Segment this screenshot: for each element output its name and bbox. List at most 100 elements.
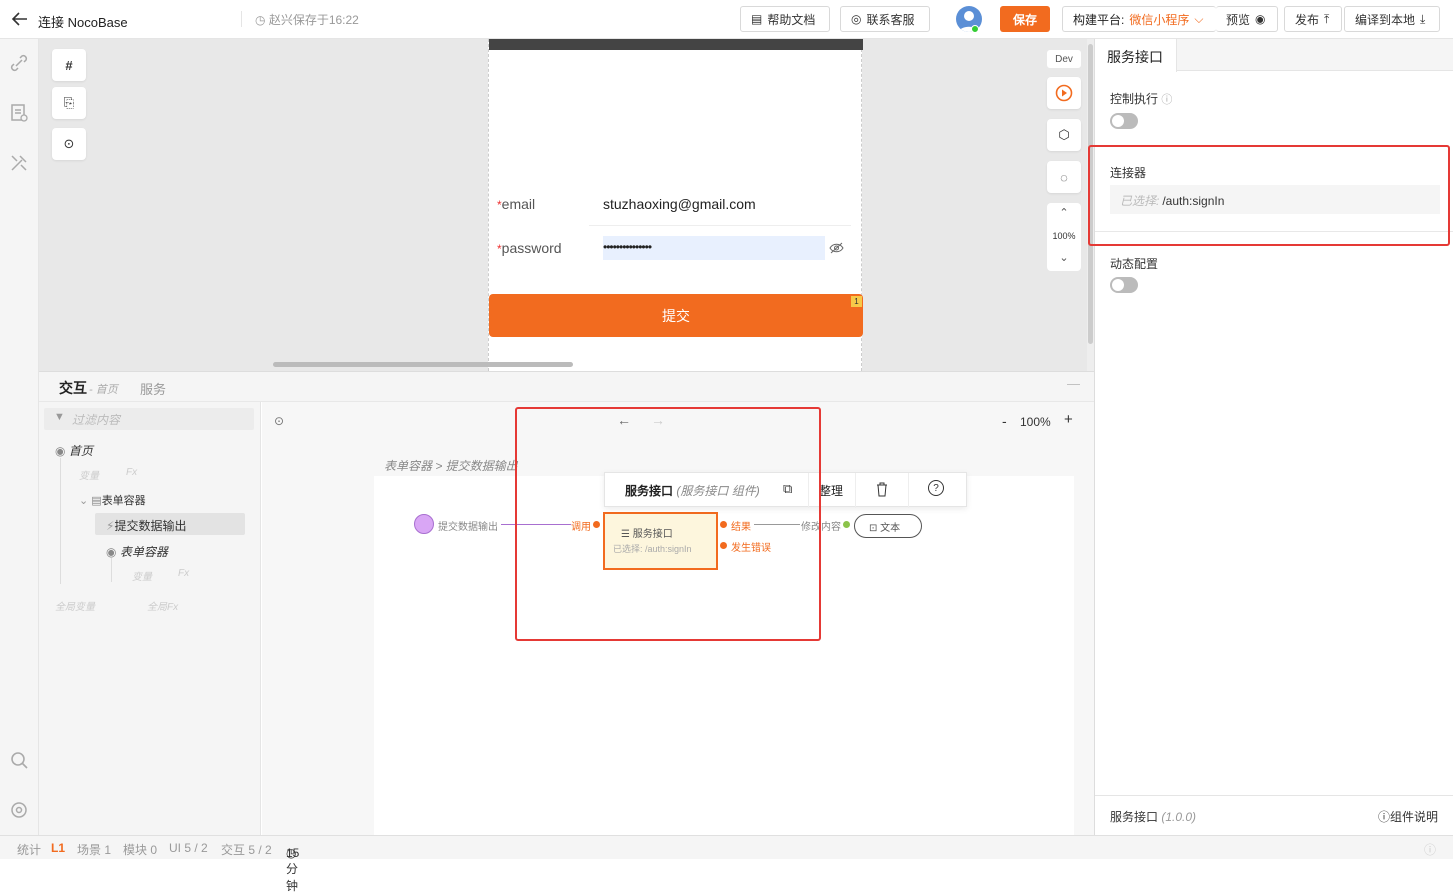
info-icon: ⓘ (1378, 810, 1391, 824)
contact-support-button[interactable]: ◎ 联系客服 (840, 6, 930, 32)
save-button[interactable]: 保存 (1000, 6, 1050, 32)
play-circle-icon (1055, 84, 1073, 102)
tab-interaction[interactable]: 交互 - 首页 (59, 378, 118, 398)
tab-service-interface[interactable]: 服务接口 (1095, 39, 1177, 72)
tree-var[interactable]: 变量 (79, 467, 99, 482)
new-page-button[interactable]: ⎘ (52, 87, 86, 119)
password-label: *password (497, 240, 562, 256)
run-button[interactable] (1047, 77, 1081, 109)
design-canvas[interactable]: # ⎘ ⊙ *email stuzhaoxing@gmail.com *pass… (39, 39, 1094, 371)
password-value: ••••••••••••••• (603, 240, 652, 254)
settings-icon[interactable] (8, 799, 30, 821)
submit-button[interactable]: 提交 (489, 294, 863, 337)
flow-zoom-level: 100% (1020, 415, 1051, 429)
target-icon: ⊙ (63, 136, 75, 151)
flow-zoom-in[interactable]: + (1064, 411, 1073, 428)
status-level: L1 (51, 841, 66, 855)
filter-icon: ▼ (54, 411, 65, 423)
start-node-label: 提交数据输出 (438, 522, 498, 533)
top-bar: 连接 NocoBase ◷ 赵兴保存于16:22 ▤ 帮助文档 ◎ 联系客服 保存 … (0, 0, 1453, 39)
arrange-button[interactable]: 整理 (819, 482, 843, 499)
zoom-out-icon[interactable]: ⌄ (1047, 251, 1081, 264)
page-add-icon: ⎘ (63, 95, 75, 110)
logic-tree: 过滤内容 ▼ ◉ 首页 变量 Fx ⌄ ▤表单容器 ⚡提交数据输出 ◉ 表单容器… (39, 402, 261, 836)
tree-fx[interactable]: Fx (126, 467, 137, 478)
collapse-icon[interactable]: — (1067, 376, 1080, 391)
tree-item-home[interactable]: ◉ 首页 (55, 442, 93, 459)
dynamic-config-label: 动态配置 (1110, 257, 1159, 271)
dynamic-config-toggle[interactable] (1110, 277, 1138, 293)
submit-badge: 1 (851, 296, 862, 307)
flow-breadcrumb: 表单容器 > 提交数据输出 (384, 459, 518, 473)
search-icon[interactable] (8, 749, 30, 771)
email-label: *email (497, 196, 536, 212)
text-icon: ⊡ (869, 523, 878, 534)
app-title: 连接 NocoBase (38, 15, 128, 30)
platform-select[interactable]: 构建平台: 微信小程序 ⌵ (1062, 6, 1216, 32)
tree-item-form-container-2[interactable]: ◉ 表单容器 (106, 543, 168, 560)
control-exec-label: 控制执行 ⓘ (1110, 92, 1173, 106)
locate-button[interactable]: ⊙ (52, 128, 86, 160)
dev-badge[interactable]: Dev (1047, 50, 1081, 68)
book-icon: ▤ (751, 12, 763, 26)
zoom-level: 100% (1052, 231, 1076, 241)
filter-input[interactable]: 过滤内容 (44, 408, 254, 430)
phone-preview: *email stuzhaoxing@gmail.com *password •… (488, 39, 863, 371)
tab-service[interactable]: 服务 (140, 379, 166, 398)
status-bar: 统计 L1 场景 1 模块 0 UI 5 / 2 交互 5 / 2 ◷ 15分钟… (0, 835, 1453, 893)
tree-global-fx[interactable]: 全局Fx (147, 598, 178, 613)
left-rail (0, 39, 39, 835)
chevron-down-icon: ⌵ (1194, 11, 1204, 26)
highlight-box-connector (1088, 145, 1450, 246)
status-interaction: 交互 5 / 2 (221, 843, 272, 857)
help-docs-button[interactable]: ▤ 帮助文档 (740, 6, 830, 32)
properties-tabs: 服务接口 (1095, 39, 1453, 72)
status-stats[interactable]: 统计 (17, 841, 41, 858)
tree-global-var[interactable]: 全局变量 (55, 598, 95, 613)
eye-icon: ◉ (1255, 12, 1266, 26)
zoom-control: ⌃ 100% ⌄ (1047, 203, 1081, 271)
properties-footer: 服务接口 (1.0.0) ⓘ组件说明 (1095, 795, 1453, 835)
status-ui: UI 5 / 2 (169, 841, 208, 855)
link-icon[interactable] (8, 52, 30, 74)
download-icon: ⤓ (1420, 11, 1426, 26)
document-icon[interactable] (8, 102, 30, 124)
components-button[interactable]: ⬡ (1047, 119, 1081, 151)
hash-tool-button[interactable]: # (52, 49, 86, 81)
flow-zoom-out[interactable]: - (1002, 413, 1007, 429)
email-field[interactable]: stuzhaoxing@gmail.com (603, 196, 756, 212)
logic-tabs: 交互 - 首页 服务 — (39, 372, 1094, 402)
trash-icon[interactable] (875, 482, 889, 497)
info-icon: ⓘ (1161, 94, 1173, 106)
start-node-dot[interactable] (414, 514, 434, 534)
upload-icon: ⤒ (1324, 11, 1330, 26)
modify-port[interactable] (843, 521, 850, 528)
comment-button[interactable]: ◌ (1047, 161, 1081, 193)
component-doc-link[interactable]: ⓘ组件说明 (1378, 808, 1438, 825)
compile-local-button[interactable]: 编译到本地 ⤓ (1344, 6, 1440, 32)
info-icon[interactable]: ⓘ (1424, 841, 1436, 858)
saved-status: ◷ 赵兴保存于16:22 (255, 13, 359, 27)
publish-button[interactable]: 发布 ⤒ (1284, 6, 1342, 32)
component-name: 服务接口 (1.0.0) (1110, 810, 1197, 824)
highlight-box-flow-node (515, 407, 821, 641)
text-node[interactable]: ⊡ 文本 (854, 514, 922, 538)
control-exec-toggle[interactable] (1110, 113, 1138, 129)
status-module: 模块 0 (123, 843, 158, 857)
zoom-in-icon[interactable]: ⌃ (1047, 206, 1081, 219)
tree-item-form-container[interactable]: ⌄ ▤表单容器 (79, 492, 146, 508)
tree-item-submit-output-label: ⚡提交数据输出 (106, 519, 187, 533)
preview-button[interactable]: 预览 ◉ (1216, 6, 1278, 32)
locate-icon[interactable]: ⊙ (274, 414, 284, 428)
tree-fx-2[interactable]: Fx (178, 568, 189, 579)
chevron-down-icon: ⌄ (79, 495, 89, 507)
page-icon: ◉ (55, 444, 66, 458)
back-arrow-icon[interactable] (10, 9, 30, 29)
help-icon[interactable]: ? (928, 480, 944, 496)
tree-var-2[interactable]: 变量 (132, 568, 152, 583)
horizontal-scrollbar[interactable] (273, 362, 573, 367)
chat-icon: ◌ (1060, 169, 1068, 185)
phone-status-bar (489, 39, 863, 50)
eye-hidden-icon[interactable] (829, 241, 844, 255)
tools-icon[interactable] (8, 152, 30, 174)
